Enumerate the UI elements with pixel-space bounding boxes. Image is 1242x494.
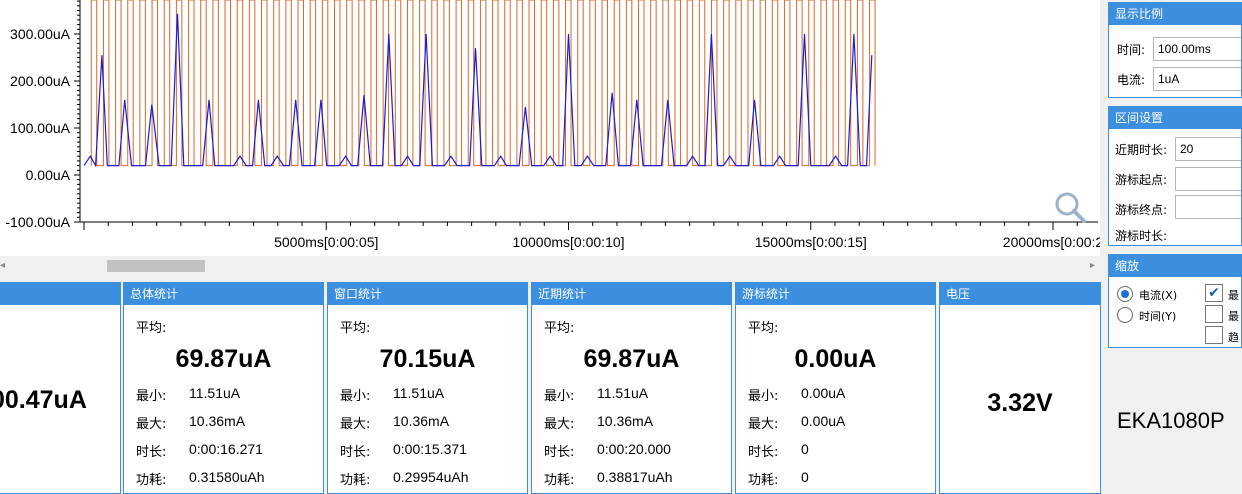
current-chart[interactable]: 300.00uA 200.00uA 100.00uA 0.00uA -100.00uA …: [0, 0, 1100, 256]
stat-card-voltage: 电压 3.32V: [939, 282, 1101, 494]
max-label: 最大:: [136, 417, 167, 432]
duration-label: 时长:: [136, 445, 167, 460]
zoom-time-radio[interactable]: [1117, 307, 1133, 323]
stat-card-current: 00.47uA: [0, 282, 121, 494]
card-header: 总体统计: [124, 283, 323, 305]
current-value: 00.47uA: [0, 386, 87, 414]
duration-label: 时长:: [748, 445, 779, 460]
secondary-trace-line: [90, 0, 876, 167]
checkbox-2-label: 最: [1228, 310, 1239, 323]
x-tick-label: 10000ms[0:00:10]: [512, 234, 624, 250]
max-label: 最大:: [544, 417, 575, 432]
avg-value: 69.87uA: [583, 345, 680, 373]
min-value: 0.00uA: [801, 385, 846, 401]
panel-header: 显示比例: [1109, 3, 1241, 25]
scrollbar-thumb[interactable]: [107, 260, 205, 272]
duration-value: 0: [801, 441, 809, 457]
max-value: 0.00uA: [801, 413, 846, 429]
avg-label: 平均:: [136, 321, 167, 336]
min-label: 最小:: [748, 389, 779, 404]
recent-duration-input[interactable]: 20: [1175, 137, 1241, 161]
zoom-time-label: 时间(Y): [1139, 310, 1177, 323]
x-tick-label: 20000ms[0:00:2: [1003, 234, 1100, 250]
energy-value: 0.31580uAh: [189, 469, 265, 485]
current-chart-svg[interactable]: 300.00uA200.00uA100.00uA0.00uA-100.00uA …: [0, 0, 1100, 256]
min-value: 11.51uA: [597, 385, 649, 401]
device-name: EKA1080P: [1117, 408, 1225, 433]
avg-label: 平均:: [748, 321, 779, 336]
y-tick-label: 100.00uA: [10, 120, 71, 136]
checkbox-1[interactable]: ✔: [1205, 284, 1223, 302]
time-scale-input[interactable]: 100.00ms: [1153, 37, 1241, 61]
duration-value: 0:00:16.271: [189, 441, 263, 457]
stat-card-window: 窗口统计 平均: 70.15uA 最小: 11.51uA 最大: 10.36mA…: [327, 282, 528, 494]
max-value: 10.36mA: [597, 413, 654, 429]
horizontal-scrollbar[interactable]: ◂ ▸: [0, 256, 1100, 276]
cursor-end-label: 游标终点:: [1115, 203, 1168, 217]
card-header: 游标统计: [736, 283, 935, 305]
min-value: 11.51uA: [189, 385, 241, 401]
display-scale-panel: 显示比例 时间: 100.00ms 电流: 1uA: [1108, 2, 1242, 98]
min-value: 11.51uA: [393, 385, 445, 401]
checkbox-2[interactable]: [1205, 305, 1223, 323]
voltage-value: 3.32V: [987, 389, 1053, 417]
recent-duration-label: 近期时长:: [1115, 143, 1168, 157]
max-value: 10.36mA: [189, 413, 246, 429]
max-label: 最大:: [340, 417, 371, 432]
energy-value: 0.29954uAh: [393, 469, 469, 485]
checkbox-1-label: 最: [1228, 289, 1239, 302]
avg-label: 平均:: [544, 321, 575, 336]
cursor-start-label: 游标起点:: [1115, 173, 1168, 187]
min-label: 最小:: [136, 389, 167, 404]
max-value: 10.36mA: [393, 413, 450, 429]
min-label: 最小:: [544, 389, 575, 404]
energy-label: 功耗:: [748, 473, 779, 488]
max-label: 最大:: [748, 417, 779, 432]
duration-label: 时长:: [340, 445, 371, 460]
y-tick-label: -100.00uA: [5, 214, 70, 230]
time-scale-label: 时间:: [1117, 43, 1146, 57]
panel-header: 区间设置: [1109, 107, 1241, 129]
card-header: 近期统计: [532, 283, 731, 305]
y-tick-label: 0.00uA: [26, 167, 71, 183]
avg-label: 平均:: [340, 321, 371, 336]
cursor-end-input[interactable]: [1175, 195, 1241, 219]
checkbox-3[interactable]: [1205, 326, 1223, 344]
avg-value: 0.00uA: [794, 345, 877, 373]
energy-label: 功耗:: [136, 473, 167, 488]
card-header: 电压: [940, 283, 1100, 305]
range-settings-panel: 区间设置 近期时长: 20 游标起点: 游标终点: 游标时长:: [1108, 106, 1242, 246]
zoom-panel: 缩放 电流(X) 时间(Y) ✔ 最 最 趋: [1108, 254, 1242, 348]
magnifier-icon[interactable]: [1055, 192, 1086, 223]
stat-card-total: 总体统计 平均: 69.87uA 最小: 11.51uA 最大: 10.36mA…: [123, 282, 324, 494]
x-tick-label: 5000ms[0:00:05]: [274, 234, 378, 250]
zoom-current-label: 电流(X): [1139, 289, 1178, 302]
stat-card-cursor: 游标统计 平均: 0.00uA 最小: 0.00uA 最大: 0.00uA 时长…: [735, 282, 936, 494]
y-tick-label: 300.00uA: [10, 26, 71, 42]
min-label: 最小:: [340, 389, 371, 404]
duration-label: 时长:: [544, 445, 575, 460]
current-scale-input[interactable]: 1uA: [1153, 67, 1241, 91]
duration-value: 0:00:20.000: [597, 441, 671, 457]
checkbox-3-label: 趋: [1228, 331, 1239, 344]
panel-header: 缩放: [1109, 255, 1241, 277]
energy-value: 0: [801, 469, 809, 485]
avg-value: 69.87uA: [175, 345, 272, 373]
energy-label: 功耗:: [340, 473, 371, 488]
current-scale-label: 电流:: [1117, 73, 1146, 87]
card-header: 窗口统计: [328, 283, 527, 305]
scroll-right-arrow-icon[interactable]: ▸: [1090, 260, 1095, 272]
y-tick-label: 200.00uA: [10, 73, 71, 89]
cursor-start-input[interactable]: [1175, 167, 1241, 191]
card-header: [0, 283, 120, 305]
energy-value: 0.38817uAh: [597, 469, 673, 485]
zoom-current-radio[interactable]: [1117, 286, 1133, 302]
energy-label: 功耗:: [544, 473, 575, 488]
avg-value: 70.15uA: [379, 345, 476, 373]
cursor-duration-label: 游标时长:: [1115, 229, 1168, 243]
duration-value: 0:00:15.371: [393, 441, 467, 457]
scroll-left-arrow-icon[interactable]: ◂: [0, 260, 5, 272]
x-tick-label: 15000ms[0:00:15]: [755, 234, 867, 250]
stat-card-recent: 近期统计 平均: 69.87uA 最小: 11.51uA 最大: 10.36mA…: [531, 282, 732, 494]
